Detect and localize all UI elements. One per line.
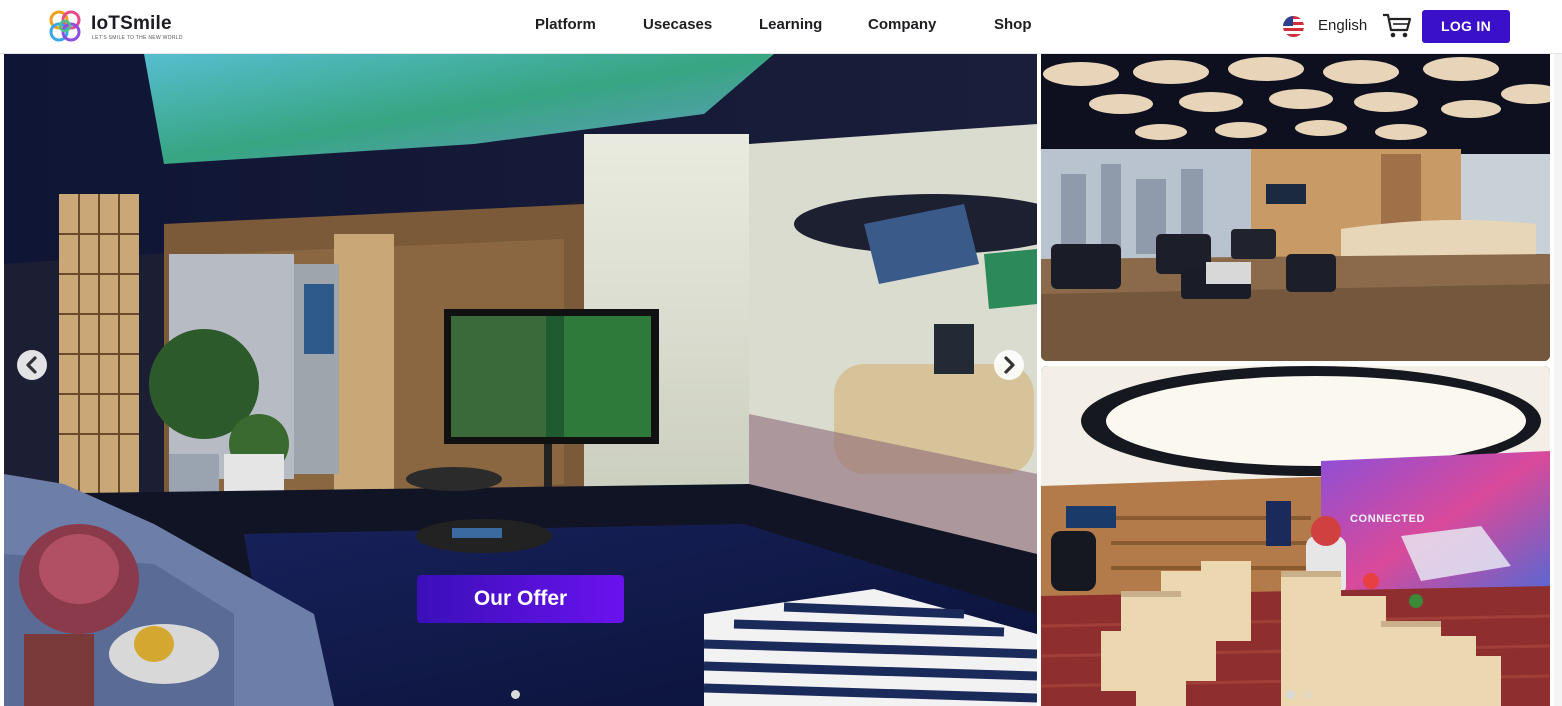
site-header: IoTSmile LET'S SMILE TO THE NEW WORLD Pl… [0,0,1562,54]
lounge-image [1041,54,1550,361]
side-panel-showroom: CONNECTED [1041,366,1550,706]
connected-wall-text: CONNECTED [1350,513,1426,525]
nav-item-learning[interactable]: Learning [759,16,822,33]
nav-item-platform[interactable]: Platform [535,16,596,33]
slider-next-button[interactable] [994,350,1024,380]
cart-icon[interactable] [1382,12,1412,40]
side-panel-lounge [1041,54,1550,361]
us-flag-icon [1283,16,1304,37]
logo-icon [49,10,81,42]
chevron-left-icon [26,356,37,374]
login-button[interactable]: LOG IN [1422,10,1510,43]
brand-name: IoTSmile [91,13,172,34]
hero-slider: Our Offer [4,54,1037,706]
brand-logo[interactable]: IoTSmile LET'S SMILE TO THE NEW WORLD [46,7,196,45]
nav-item-shop[interactable]: Shop [994,16,1032,33]
chevron-right-icon [1004,356,1015,374]
showroom-image [1041,366,1550,706]
side-slider-dot-1[interactable] [1286,690,1295,699]
brand-tagline: LET'S SMILE TO THE NEW WORLD [92,35,183,41]
language-label: English [1318,17,1368,34]
nav-item-company[interactable]: Company [868,16,936,33]
slider-prev-button[interactable] [17,350,47,380]
nav-item-usecases[interactable]: Usecases [643,16,712,33]
page-scrollbar[interactable] [1554,54,1562,706]
our-offer-button[interactable]: Our Offer [417,575,624,623]
side-slider-dot-2[interactable] [1303,690,1312,699]
slider-dot-1[interactable] [511,690,520,699]
